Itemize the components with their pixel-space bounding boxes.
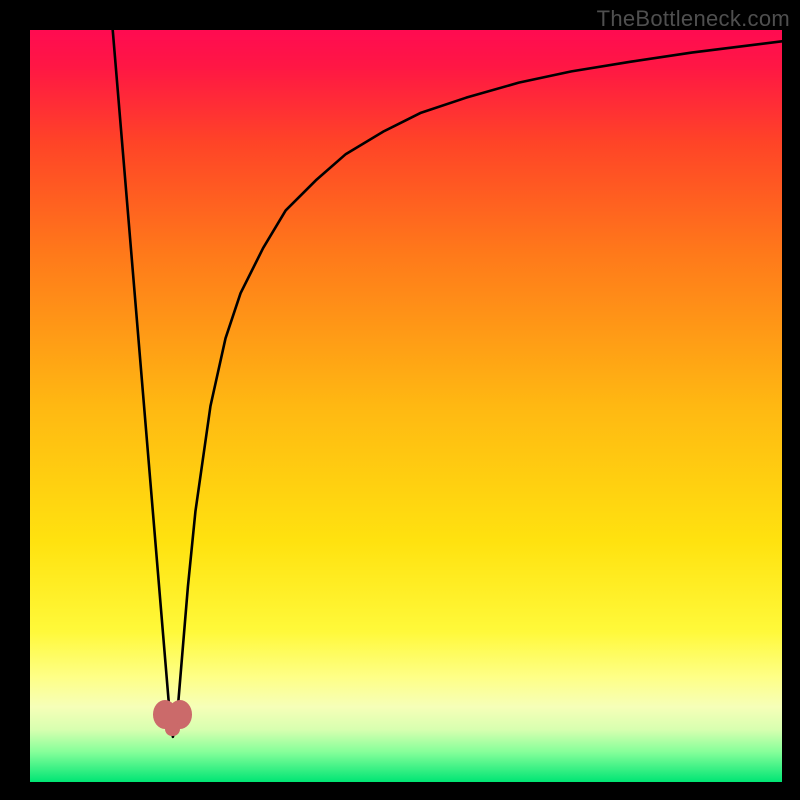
optimum-marker-bridge [165,722,180,736]
watermark-text: TheBottleneck.com [597,6,790,32]
optimum-markers [30,30,782,782]
plot-area [30,30,782,782]
outer-frame: TheBottleneck.com [0,0,800,800]
